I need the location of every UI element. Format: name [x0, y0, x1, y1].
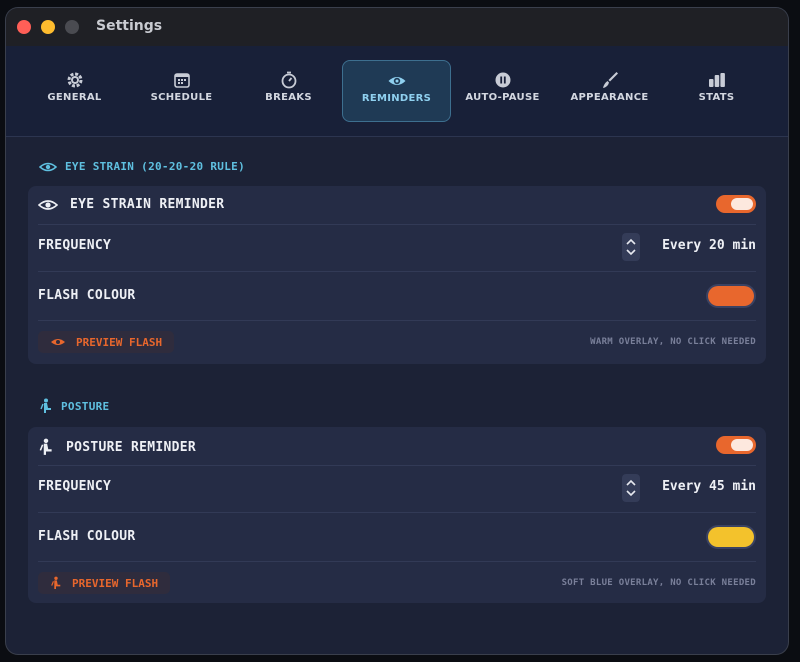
posture-header-row: POSTURE REMINDER: [28, 427, 766, 465]
gear-icon: [67, 72, 82, 88]
divider: [38, 320, 756, 321]
seated-person-icon: [51, 576, 61, 589]
window-title: Settings: [96, 18, 163, 34]
frequency-stepper[interactable]: [622, 233, 640, 261]
tab-label: BREAKS: [265, 92, 312, 103]
frequency-stepper[interactable]: [622, 474, 640, 502]
tab-label: GENERAL: [47, 92, 102, 103]
pause-icon: [495, 72, 510, 88]
posture-title: POSTURE REMINDER: [38, 438, 196, 456]
stepper-arrows-icon: [626, 479, 636, 497]
posture-card: POSTURE REMINDER FREQUENCY Every 45 min …: [28, 427, 766, 603]
tab-schedule[interactable]: SCHEDULE: [128, 60, 235, 120]
divider: [38, 561, 756, 562]
tab-reminders[interactable]: REMINDERS: [342, 60, 451, 122]
frequency-label: FREQUENCY: [38, 238, 112, 253]
posture-frequency-row: FREQUENCY Every 45 min: [28, 466, 766, 512]
preview-flash-label: PREVIEW FLASH: [76, 335, 163, 349]
flash-colour-swatch[interactable]: [708, 286, 754, 306]
flash-colour-swatch[interactable]: [708, 527, 754, 547]
tab-stats[interactable]: STATS: [663, 60, 770, 120]
posture-toggle[interactable]: [716, 436, 756, 454]
eye-strain-header-row: EYE STRAIN REMINDER: [28, 186, 766, 224]
reminder-title-text: POSTURE REMINDER: [66, 439, 197, 455]
title-bar: Settings: [6, 8, 788, 46]
frequency-value: Every 45 min: [662, 479, 756, 494]
reminder-title-text: EYE STRAIN REMINDER: [70, 197, 225, 212]
eye-strain-toggle[interactable]: [716, 195, 756, 213]
eye-strain-section-heading: EYE STRAIN (20-20-20 RULE): [39, 160, 245, 173]
seated-person-icon: [39, 438, 52, 455]
minimize-window-button[interactable]: [41, 20, 55, 34]
close-window-button[interactable]: [17, 20, 31, 34]
zoom-window-button[interactable]: [65, 20, 79, 34]
preview-flash-button[interactable]: PREVIEW FLASH: [38, 572, 171, 594]
bar-chart-icon: [708, 73, 725, 87]
tab-appearance[interactable]: APPEARANCE: [556, 60, 663, 120]
tab-label: REMINDERS: [361, 93, 432, 104]
posture-section-heading: POSTURE: [39, 398, 109, 414]
eye-strain-frequency-row: FREQUENCY Every 20 min: [28, 225, 766, 271]
brush-icon: [602, 72, 618, 88]
stepper-arrows-icon: [626, 238, 636, 256]
posture-flash-row: FLASH COLOUR: [28, 513, 766, 561]
tab-bar: GENERAL SCHEDULE BREAKS REMINDERS AUTO-P…: [6, 46, 788, 137]
overlay-hint: WARM OVERLAY, NO CLICK NEEDED: [590, 337, 756, 347]
preview-flash-label: PREVIEW FLASH: [72, 576, 159, 590]
settings-window: Settings GENERAL SCHEDULE BREAKS REMINDE…: [6, 8, 788, 654]
section-heading-text: POSTURE: [61, 399, 110, 413]
tab-auto-pause[interactable]: AUTO-PAUSE: [449, 60, 556, 120]
section-heading-text: EYE STRAIN (20-20-20 RULE): [65, 160, 245, 173]
frequency-value: Every 20 min: [662, 238, 756, 253]
flash-colour-label: FLASH COLOUR: [38, 288, 136, 303]
flash-colour-label: FLASH COLOUR: [38, 529, 136, 544]
overlay-hint: SOFT BLUE OVERLAY, NO CLICK NEEDED: [561, 578, 756, 588]
eye-icon: [39, 162, 57, 171]
eye-strain-card: EYE STRAIN REMINDER FREQUENCY Every 20 m…: [28, 186, 766, 364]
tab-label: STATS: [698, 92, 735, 103]
toggle-knob: [731, 439, 753, 451]
eye-icon: [51, 339, 65, 345]
eye-icon: [388, 77, 405, 85]
calendar-icon: [173, 73, 190, 88]
tab-label: APPEARANCE: [570, 92, 649, 103]
tab-label: SCHEDULE: [150, 92, 213, 103]
tab-general[interactable]: GENERAL: [21, 60, 128, 120]
eye-strain-flash-row: FLASH COLOUR: [28, 272, 766, 320]
seated-person-icon: [40, 398, 51, 413]
frequency-label: FREQUENCY: [38, 479, 112, 494]
tab-breaks[interactable]: BREAKS: [235, 60, 342, 120]
toggle-knob: [731, 198, 753, 210]
preview-flash-button[interactable]: PREVIEW FLASH: [38, 331, 175, 353]
tab-label: AUTO-PAUSE: [465, 92, 540, 103]
eye-strain-title: EYE STRAIN REMINDER: [38, 197, 224, 212]
eye-icon: [38, 199, 58, 210]
timer-icon: [281, 71, 296, 89]
